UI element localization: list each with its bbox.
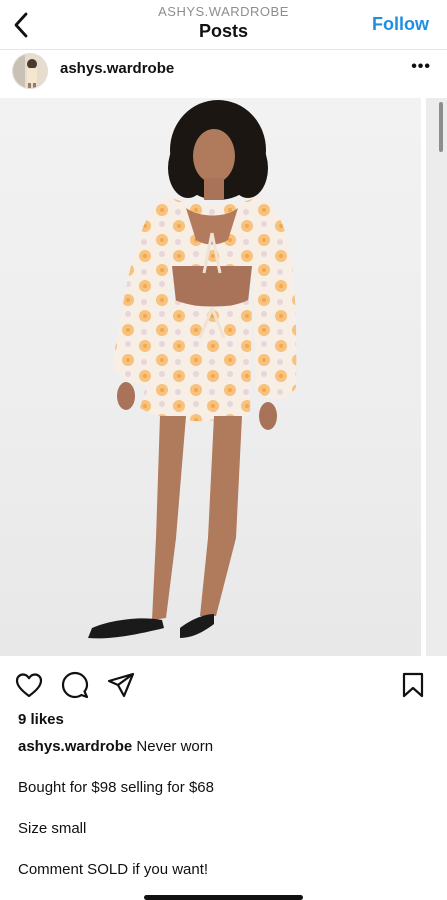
model-dress-illustration bbox=[88, 100, 297, 639]
share-button[interactable] bbox=[106, 670, 136, 700]
caption-line-4: Comment SOLD if you want! bbox=[18, 861, 209, 878]
like-button[interactable] bbox=[14, 670, 44, 700]
more-dots-icon: ••• bbox=[411, 58, 431, 75]
post-header: ashys.wardrobe ••• bbox=[0, 50, 447, 98]
caption-line-3: Size small bbox=[18, 820, 87, 837]
save-button[interactable] bbox=[398, 670, 428, 700]
avatar[interactable] bbox=[12, 53, 48, 89]
caption-line-1: ashys.wardrobe Never worn bbox=[18, 737, 438, 757]
action-bar bbox=[0, 666, 447, 706]
likes-count[interactable]: 9 likes bbox=[18, 710, 438, 730]
carousel-scroll-indicator bbox=[439, 102, 443, 152]
more-options-button[interactable]: ••• bbox=[411, 58, 431, 76]
comment-button[interactable] bbox=[60, 670, 90, 700]
heart-icon bbox=[15, 673, 43, 698]
post-photo bbox=[0, 98, 421, 656]
next-photo-peek[interactable] bbox=[426, 98, 447, 656]
caption-line-2: Bought for $98 selling for $68 bbox=[18, 779, 214, 796]
comment-icon bbox=[61, 671, 89, 699]
caption-text-1: Never worn bbox=[136, 738, 214, 755]
top-nav-bar: ASHYS.WARDROBE Posts Follow bbox=[0, 0, 447, 50]
caption-username[interactable]: ashys.wardrobe bbox=[18, 738, 132, 755]
follow-button[interactable]: Follow bbox=[372, 14, 429, 35]
post-media-carousel[interactable] bbox=[0, 98, 447, 656]
home-indicator[interactable] bbox=[144, 895, 303, 900]
post-username[interactable]: ashys.wardrobe bbox=[60, 60, 174, 77]
bookmark-icon bbox=[402, 672, 424, 698]
avatar-image bbox=[13, 54, 47, 88]
share-icon bbox=[107, 672, 135, 698]
